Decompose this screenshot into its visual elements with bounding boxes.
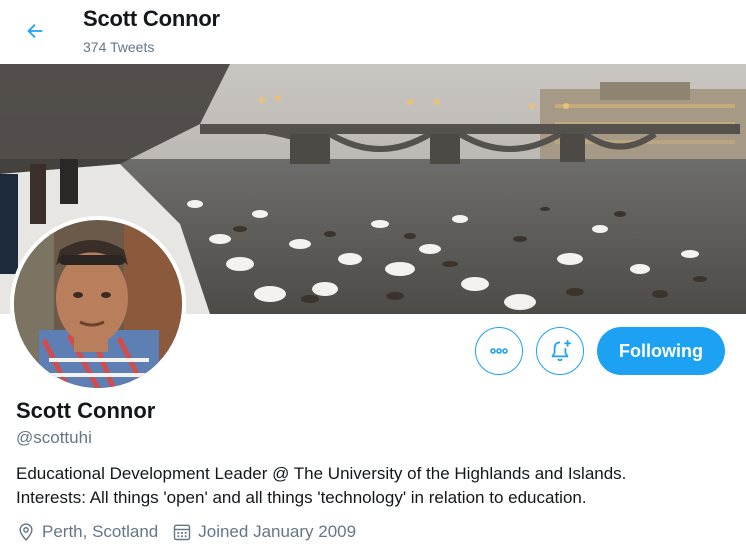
location: Perth, Scotland [16,522,158,542]
bio-line: Educational Development Leader @ The Uni… [16,464,627,483]
location-text: Perth, Scotland [42,522,159,541]
notifications-button[interactable] [536,327,584,375]
join-date: Joined January 2009 [172,522,356,542]
profile-header: Scott Connor 374 Tweets [0,0,746,64]
tweet-count: 374 Tweets [83,39,155,55]
following-button[interactable]: Following [597,327,725,375]
more-dots-icon [490,348,508,354]
profile-handle: @scottuhi [16,428,92,447]
calendar-icon [174,524,191,541]
location-pin-icon [19,523,33,541]
profile-bio: Educational Development Leader @ The Uni… [16,462,736,510]
profile-name: Scott Connor [16,398,156,423]
bio-line: Interests: All things 'open' and all thi… [16,488,587,507]
avatar-photo [14,220,182,388]
profile-meta: Perth, Scotland Joined January 2009 [16,522,370,542]
join-date-text: Joined January 2009 [198,522,357,541]
avatar[interactable] [10,216,186,392]
bell-plus-icon [551,340,571,362]
arrow-left-icon [27,23,43,39]
header-title: Scott Connor [83,6,220,31]
back-button[interactable] [18,14,52,48]
more-button[interactable] [475,327,523,375]
